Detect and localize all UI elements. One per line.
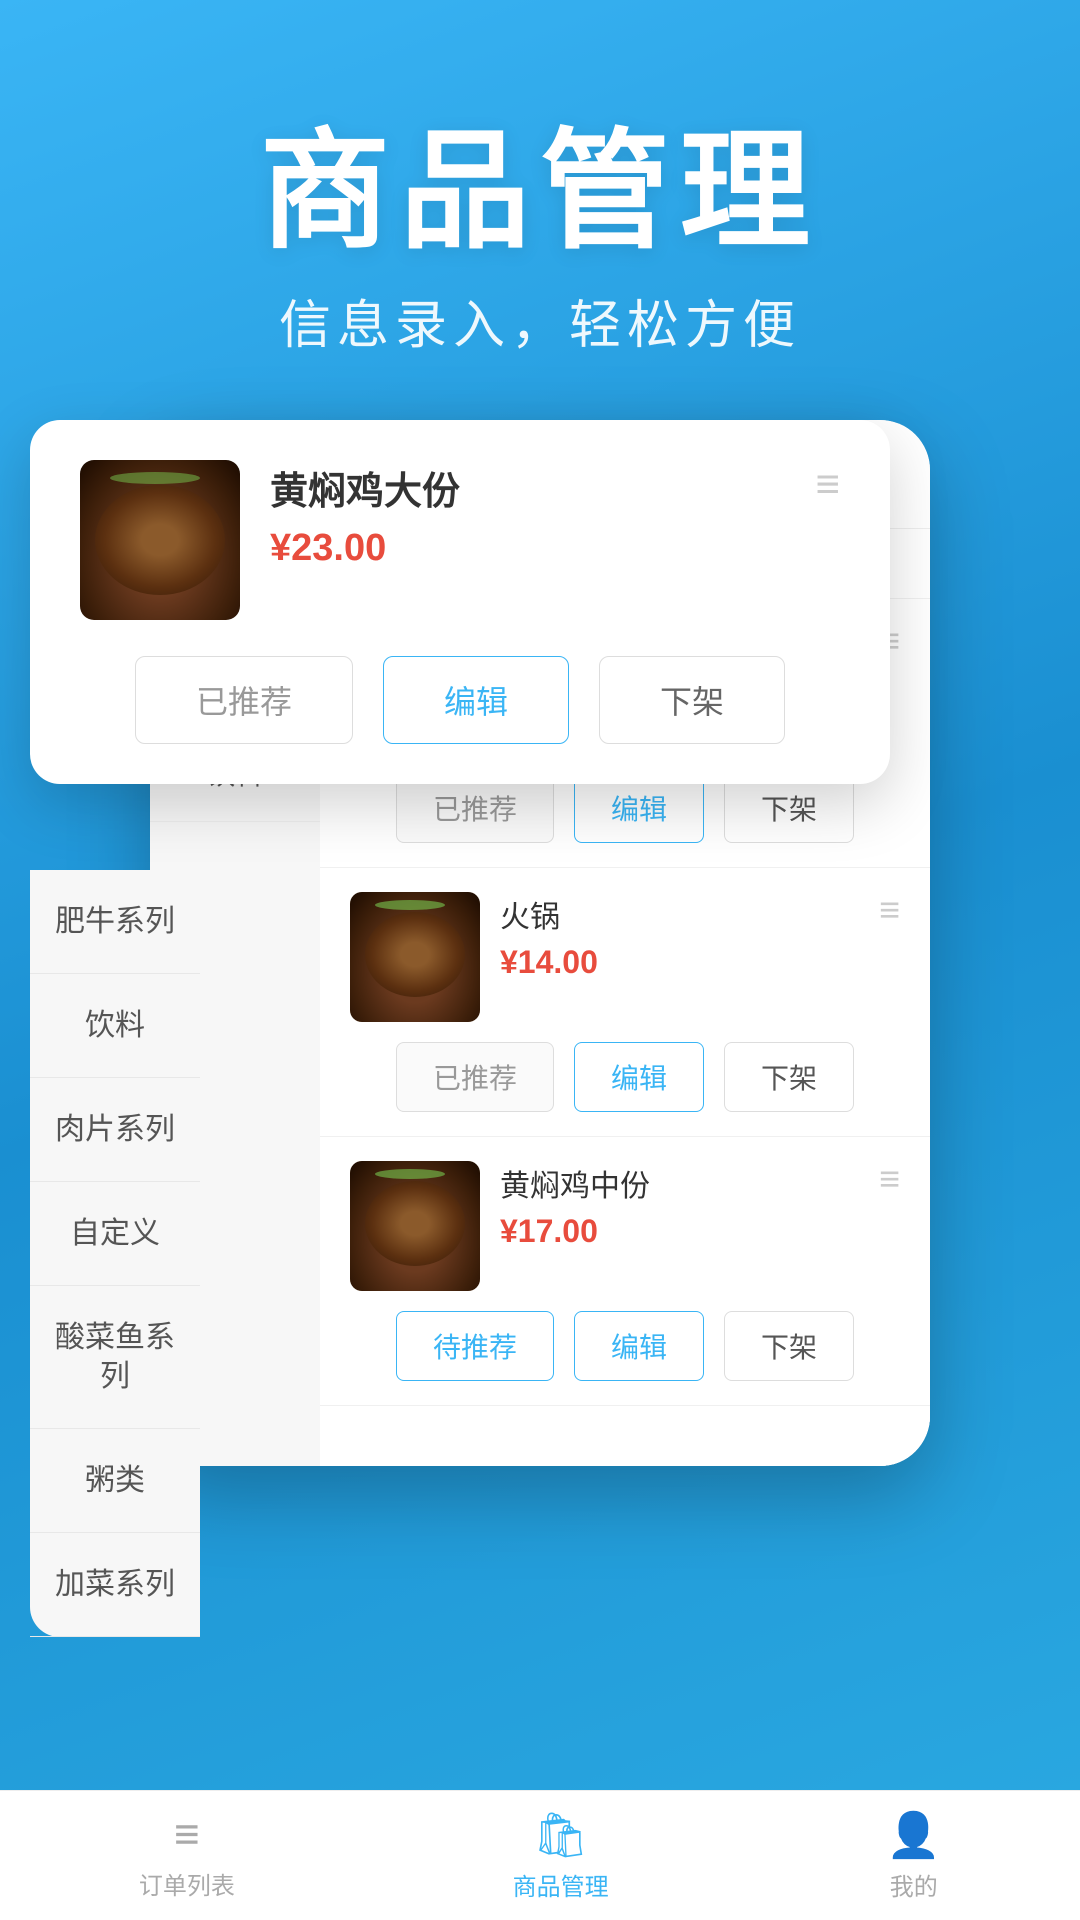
ext-sidebar-item-3[interactable]: 自定义 [30, 1182, 200, 1286]
product-card-2: 黄焖鸡中份 ¥17.00 ≡ 待推荐 编辑 下架 [320, 1137, 930, 1406]
product-info-1: 火锅 ¥14.00 [500, 892, 859, 981]
extended-sidebar: 肥牛系列 饮料 肉片系列 自定义 酸菜鱼系列 粥类 加菜系列 [30, 870, 200, 1637]
popup-product-info: 黄焖鸡大份 ¥23.00 [270, 460, 785, 570]
product-price-2: ¥17.00 [500, 1213, 859, 1250]
popup-edit-button[interactable]: 编辑 [383, 656, 569, 744]
food-image-1 [350, 892, 480, 1022]
hero-subtitle: 信息录入，轻松方便 [0, 283, 1080, 358]
popup-product-row: 黄焖鸡大份 ¥23.00 ≡ [80, 460, 840, 620]
product-price-1: ¥14.00 [500, 944, 859, 981]
drag-handle-1[interactable]: ≡ [879, 892, 900, 928]
ext-sidebar-item-6[interactable]: 加菜系列 [30, 1533, 200, 1637]
popup-food-image [80, 460, 240, 620]
product-name-2: 黄焖鸡中份 [500, 1161, 859, 1205]
nav-item-orders[interactable]: ≡ 订单列表 [139, 1810, 235, 1901]
ext-sidebar-item-2[interactable]: 肉片系列 [30, 1078, 200, 1182]
product-image-2 [350, 1161, 480, 1291]
delist-button-1[interactable]: 下架 [724, 1042, 854, 1112]
products-icon: 🛍 [533, 1809, 589, 1861]
edit-button-1[interactable]: 编辑 [574, 1042, 704, 1112]
nav-item-products[interactable]: 🛍 商品管理 [513, 1809, 609, 1902]
recommend-button-1[interactable]: 已推荐 [396, 1042, 554, 1112]
popup-delist-button[interactable]: 下架 [599, 656, 785, 744]
profile-icon: 👤 [886, 1809, 941, 1861]
ext-sidebar-item-5[interactable]: 粥类 [30, 1429, 200, 1533]
popup-card: 黄焖鸡大份 ¥23.00 ≡ 已推荐 编辑 下架 [30, 420, 890, 784]
product-image-1 [350, 892, 480, 1022]
bottom-nav: ≡ 订单列表 🛍 商品管理 👤 我的 [0, 1790, 1080, 1920]
product-name-1: 火锅 [500, 892, 859, 936]
ext-sidebar-item-0[interactable]: 肥牛系列 [30, 870, 200, 974]
food-image-2 [350, 1161, 480, 1291]
popup-drag-handle[interactable]: ≡ [815, 460, 840, 508]
orders-icon: ≡ [174, 1810, 200, 1860]
nav-label-orders: 订单列表 [139, 1866, 235, 1901]
popup-product-name: 黄焖鸡大份 [270, 460, 785, 515]
action-row-2: 待推荐 编辑 下架 [350, 1311, 900, 1381]
hero-title: 商品管理 [0, 120, 1080, 263]
popup-recommend-button[interactable]: 已推荐 [135, 656, 353, 744]
product-card-1: 火锅 ¥14.00 ≡ 已推荐 编辑 下架 [320, 868, 930, 1137]
ext-sidebar-item-1[interactable]: 饮料 [30, 974, 200, 1078]
product-info-2: 黄焖鸡中份 ¥17.00 [500, 1161, 859, 1250]
nav-item-profile[interactable]: 👤 我的 [886, 1809, 941, 1902]
action-row-1: 已推荐 编辑 下架 [350, 1042, 900, 1112]
popup-action-row: 已推荐 编辑 下架 [80, 656, 840, 744]
pending-button-2[interactable]: 待推荐 [396, 1311, 554, 1381]
hero-section: 商品管理 信息录入，轻松方便 [0, 0, 1080, 418]
delist-button-2[interactable]: 下架 [724, 1311, 854, 1381]
popup-product-price: ¥23.00 [270, 527, 785, 570]
nav-label-profile: 我的 [890, 1867, 938, 1902]
ext-sidebar-item-4[interactable]: 酸菜鱼系列 [30, 1286, 200, 1429]
nav-label-products: 商品管理 [513, 1867, 609, 1902]
spacer [320, 1406, 930, 1466]
drag-handle-2[interactable]: ≡ [879, 1161, 900, 1197]
edit-button-2[interactable]: 编辑 [574, 1311, 704, 1381]
